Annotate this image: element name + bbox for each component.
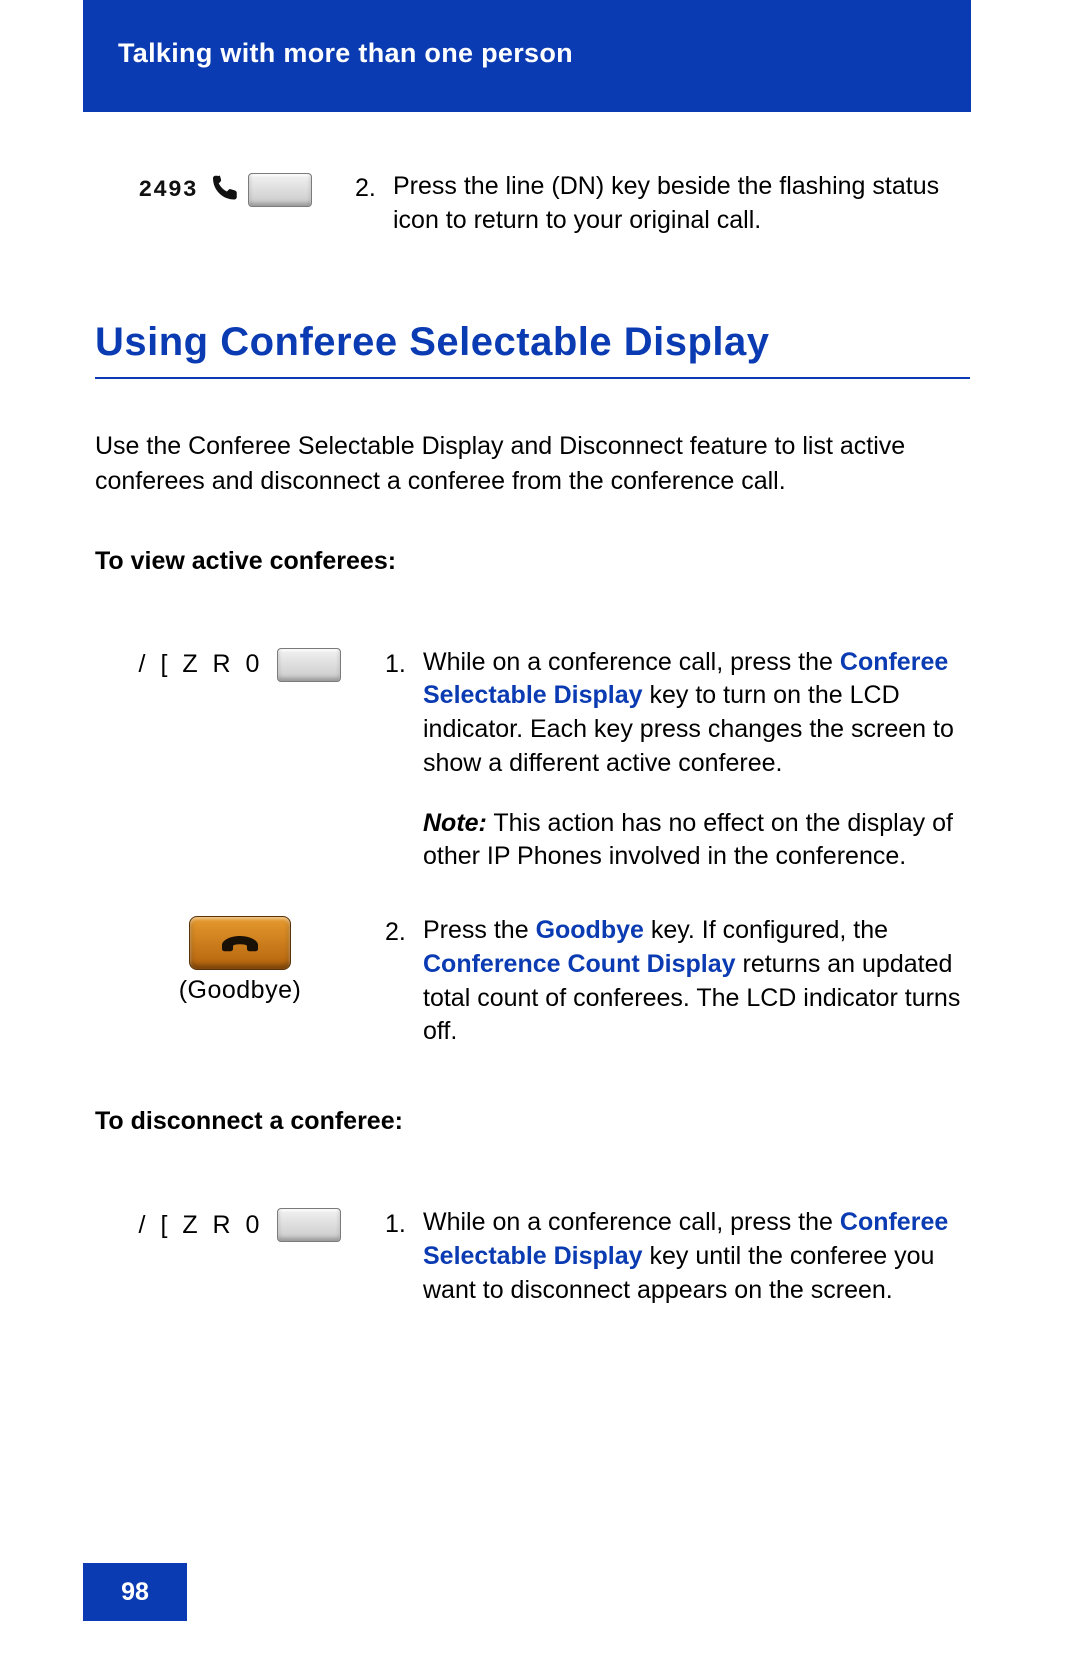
- subsection-title-disconnect: To disconnect a conferee:: [95, 1107, 970, 1136]
- view-step-1: / [ Z R 0 1. While on a conference call,…: [95, 646, 970, 875]
- section-heading: Using Conferee Selectable Display: [95, 320, 970, 365]
- step-icons: / [ Z R 0: [95, 1206, 385, 1242]
- softkey-code-label: / [ Z R 0: [139, 650, 268, 679]
- view-step-2: (Goodbye) 2. Press the Goodbye key. If c…: [95, 914, 970, 1049]
- step-body: Press the line (DN) key beside the flash…: [393, 170, 970, 238]
- softkey-code-label: / [ Z R 0: [139, 1211, 268, 1240]
- goodbye-key-label: (Goodbye): [179, 976, 302, 1005]
- line-key-icon: [248, 173, 312, 207]
- lcd-extension-number: 2493: [138, 177, 197, 203]
- step-number: 1.: [385, 646, 423, 682]
- disconnect-step-1: / [ Z R 0 1. While on a conference call,…: [95, 1206, 970, 1307]
- softkey-icon: [277, 1208, 341, 1242]
- phone-icon: [208, 172, 238, 207]
- page-content: 2493 2. Press the line (DN) key beside t…: [95, 170, 970, 1347]
- key-term: Conference Count Display: [423, 950, 736, 978]
- note-lead: Note:: [423, 809, 487, 837]
- step-icons: 2493: [95, 170, 355, 207]
- key-term: Goodbye: [536, 916, 644, 944]
- step-body: While on a conference call, press the Co…: [423, 1206, 970, 1307]
- step-icons: (Goodbye): [95, 914, 385, 1005]
- softkey-icon: [277, 648, 341, 682]
- step-body: Press the Goodbye key. If configured, th…: [423, 914, 970, 1049]
- running-head-band: Talking with more than one person: [83, 0, 971, 112]
- manual-page: Talking with more than one person 98 249…: [0, 0, 1080, 1669]
- step-number: 1.: [385, 1206, 423, 1242]
- page-number-tab: 98: [83, 1563, 187, 1621]
- page-number: 98: [121, 1578, 149, 1607]
- heading-rule: [95, 377, 970, 379]
- step-number: 2.: [385, 914, 423, 950]
- step-number: 2.: [355, 170, 393, 206]
- step-body: While on a conference call, press the Co…: [423, 646, 970, 875]
- subsection-title-view: To view active conferees:: [95, 547, 970, 576]
- section-intro: Use the Conferee Selectable Display and …: [95, 429, 970, 499]
- running-head-text: Talking with more than one person: [118, 38, 573, 68]
- step-icons: / [ Z R 0: [95, 646, 385, 682]
- goodbye-key-icon: [189, 916, 291, 970]
- prev-section-step: 2493 2. Press the line (DN) key beside t…: [95, 170, 970, 238]
